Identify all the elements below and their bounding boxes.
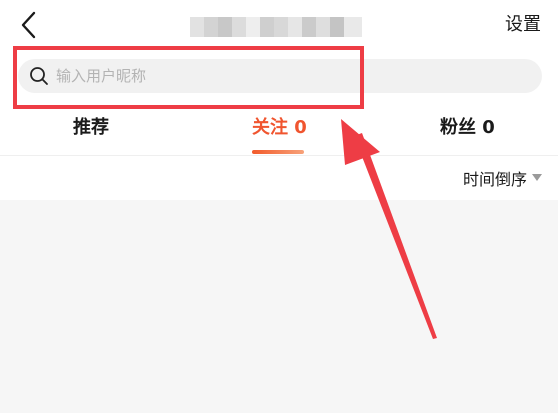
tab-followers[interactable]: 粉丝 0	[440, 116, 495, 140]
search-bar[interactable]	[18, 59, 542, 93]
empty-list-area	[0, 200, 558, 413]
active-tab-indicator	[252, 150, 304, 154]
search-icon	[28, 65, 50, 87]
settings-button[interactable]: 设置	[505, 13, 541, 37]
caret-down-icon[interactable]	[532, 174, 542, 181]
follow-list-screen: 设置 推荐 关注 0 粉丝 0 时间倒序	[0, 0, 558, 413]
page-title-blurred	[190, 17, 362, 37]
tab-following[interactable]: 关注 0	[252, 116, 307, 140]
sort-row: 时间倒序	[0, 156, 558, 200]
header: 设置	[0, 0, 558, 50]
sort-dropdown[interactable]: 时间倒序	[463, 169, 527, 191]
search-input[interactable]	[54, 60, 498, 92]
tab-recommend[interactable]: 推荐	[73, 116, 109, 140]
tab-bar: 推荐 关注 0 粉丝 0	[0, 110, 558, 156]
back-button[interactable]	[14, 8, 44, 42]
chevron-left-icon	[21, 11, 36, 39]
